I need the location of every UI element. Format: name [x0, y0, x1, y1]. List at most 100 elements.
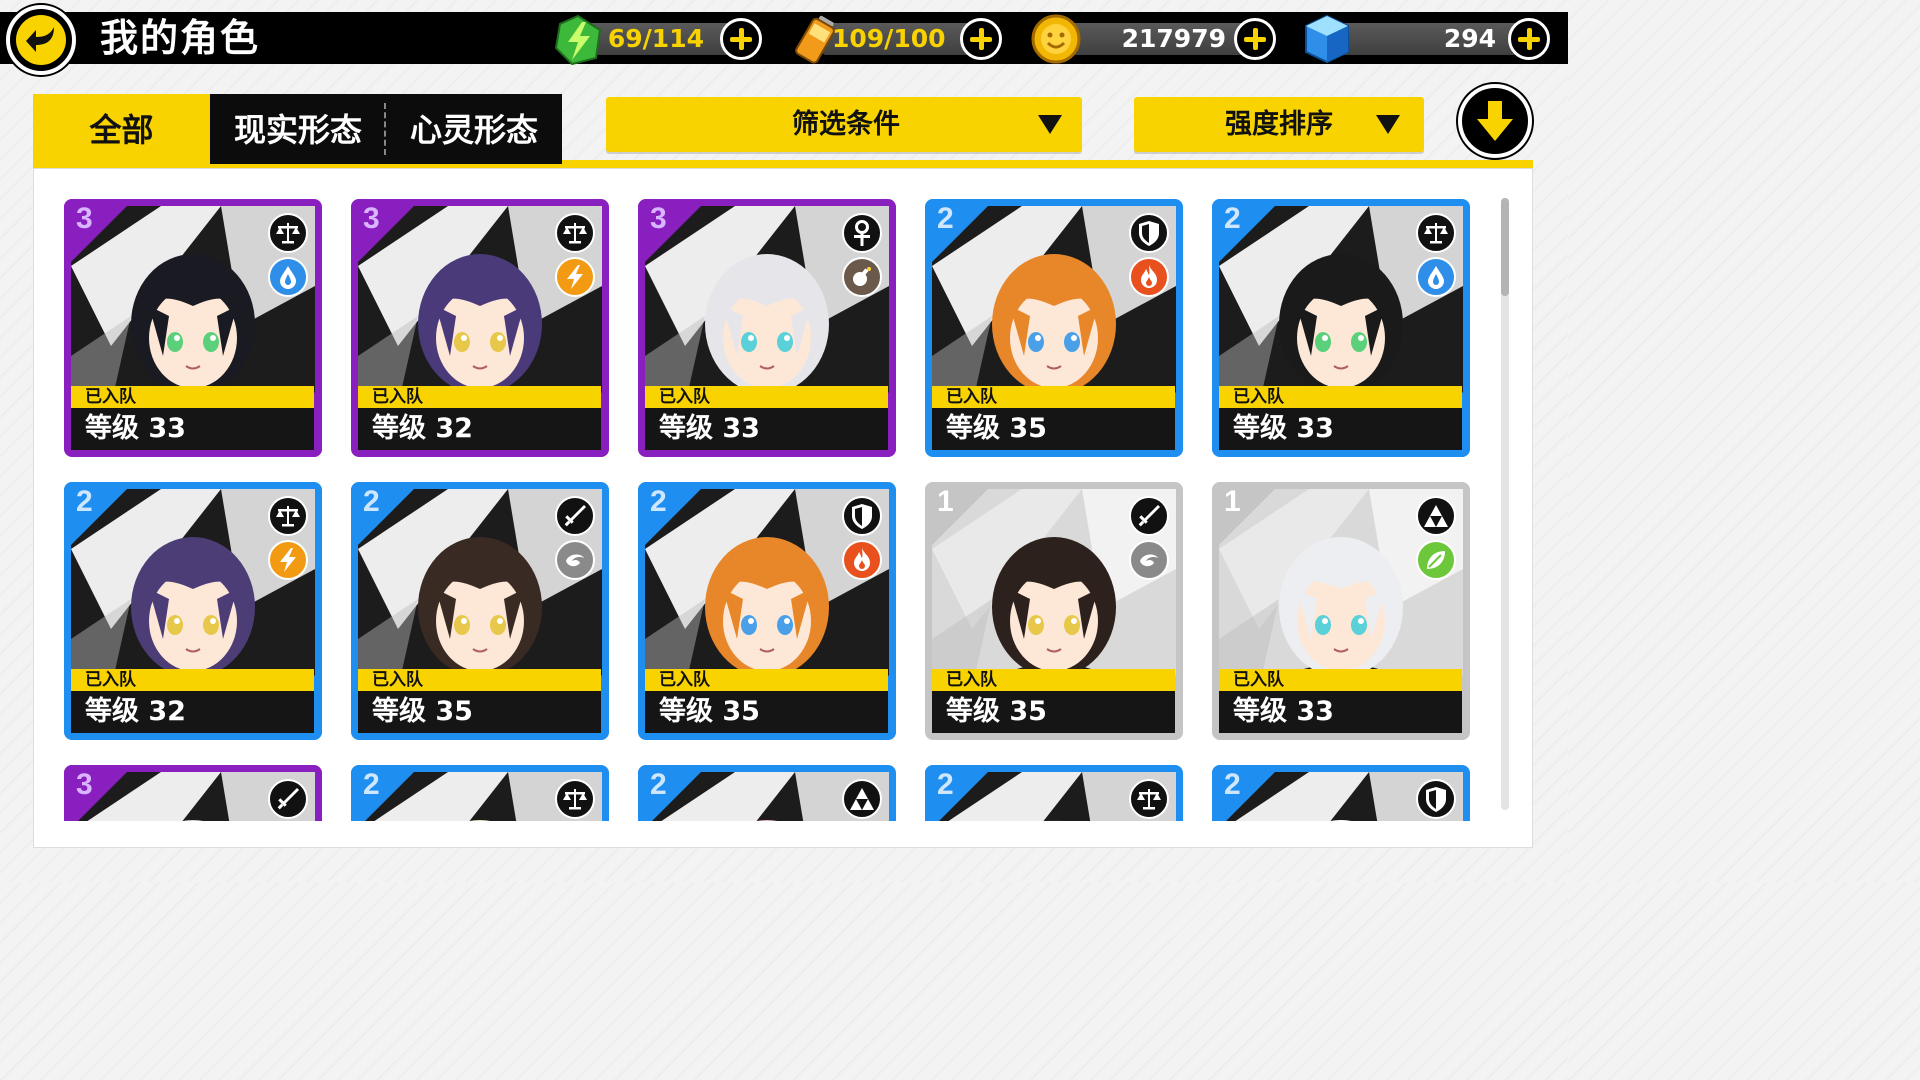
rarity-rank: 3: [76, 768, 93, 801]
tab-reality-form[interactable]: 现实形态: [210, 94, 386, 164]
rarity-rank: 3: [363, 202, 380, 235]
character-level: 等级 33: [1233, 413, 1334, 444]
in-team-label: 已入队: [645, 669, 888, 691]
arrow-down-icon: [1477, 101, 1513, 141]
rarity-rank: 2: [937, 202, 954, 235]
character-level: 等级 32: [372, 413, 473, 444]
character-card[interactable]: 2: [925, 765, 1183, 821]
shield-icon: [1416, 779, 1456, 819]
resource-stamina: 69/114: [552, 12, 772, 66]
character-level: 等级 32: [85, 696, 186, 727]
character-level: 等级 33: [85, 413, 186, 444]
resource-coins: 217979: [1030, 12, 1286, 64]
level-strip: 等级 33: [1219, 408, 1462, 450]
in-team-label: 已入队: [1219, 669, 1462, 691]
level-strip: 等级 32: [358, 408, 601, 450]
bomb-icon: [842, 257, 882, 297]
grid-scrollbar[interactable]: [1501, 198, 1509, 810]
character-panel: 3 已入队 等级 33 3 已入队 等级 32 3 已入队 等级 33 2 已入队 等级 35 2 已入队…: [33, 168, 1533, 848]
sword-icon: [268, 779, 308, 819]
character-card[interactable]: 2 已入队 等级 35: [351, 482, 609, 740]
sword-icon: [1129, 496, 1169, 536]
character-card[interactable]: 2: [638, 765, 896, 821]
tab-divider: [384, 103, 386, 155]
sort-direction-button[interactable]: [1458, 84, 1532, 158]
rank-corner: [925, 765, 995, 821]
add-crystals-button[interactable]: [1508, 18, 1550, 60]
rarity-rank: 2: [1224, 768, 1241, 801]
triforce-icon: [842, 779, 882, 819]
character-card[interactable]: 2 已入队等级 32: [64, 482, 322, 740]
character-level: 等级 33: [1233, 696, 1334, 727]
character-card[interactable]: 2 已入队 等级 33: [1212, 199, 1470, 457]
sword-icon: [555, 496, 595, 536]
rarity-rank: 3: [76, 202, 93, 235]
rank-corner: [64, 199, 134, 269]
character-card[interactable]: 2 已入队等级 35: [638, 482, 896, 740]
chevron-down-icon: [1376, 115, 1400, 134]
rarity-rank: 3: [650, 202, 667, 235]
rank-corner: [351, 765, 421, 821]
triforce-icon: [1416, 496, 1456, 536]
rank-corner: [1212, 199, 1282, 269]
add-battery-button[interactable]: [960, 18, 1002, 60]
balance-scale-icon: [268, 213, 308, 253]
level-strip: 等级 33: [1219, 691, 1462, 733]
character-card[interactable]: 2: [1212, 765, 1470, 821]
rarity-rank: 2: [363, 485, 380, 518]
rank-corner: [638, 765, 708, 821]
level-strip: 等级 33: [71, 408, 314, 450]
tab-spirit-form[interactable]: 心灵形态: [386, 94, 562, 164]
wind-icon: [1129, 540, 1169, 580]
character-card[interactable]: 2: [351, 765, 609, 821]
rarity-rank: 1: [937, 485, 954, 518]
character-card[interactable]: 2 已入队等级 35: [925, 199, 1183, 457]
rank-corner: [351, 199, 421, 269]
character-card[interactable]: 3 已入队 等级 33: [64, 199, 322, 457]
scrollbar-thumb[interactable]: [1501, 198, 1509, 296]
rarity-rank: 2: [1224, 202, 1241, 235]
add-coins-button[interactable]: [1234, 18, 1276, 60]
lightning-icon: [268, 540, 308, 580]
add-stamina-button[interactable]: [720, 18, 762, 60]
level-strip: 等级 35: [932, 408, 1175, 450]
rarity-rank: 2: [363, 768, 380, 801]
rank-corner: [64, 765, 134, 821]
in-team-label: 已入队: [358, 669, 601, 691]
character-level: 等级 35: [659, 696, 760, 727]
character-card[interactable]: 3 已入队 等级 32: [351, 199, 609, 457]
fire-icon: [1129, 257, 1169, 297]
ankh-icon: [842, 213, 882, 253]
rank-corner: [351, 482, 421, 552]
character-card[interactable]: 1 已入队等级 33: [1212, 482, 1470, 740]
character-level: 等级 35: [946, 413, 1047, 444]
rarity-rank: 2: [650, 485, 667, 518]
sort-dropdown[interactable]: 强度排序: [1134, 97, 1424, 152]
balance-scale-icon: [268, 496, 308, 536]
in-team-label: 已入队: [71, 669, 314, 691]
in-team-label: 已入队: [932, 386, 1175, 408]
balance-scale-icon: [555, 779, 595, 819]
character-card[interactable]: 3: [64, 765, 322, 821]
wind-icon: [555, 540, 595, 580]
top-bar: 我的角色 69/114 109/100 217979 294: [0, 0, 1568, 78]
resource-battery: 109/100: [792, 12, 1014, 64]
rarity-rank: 2: [76, 485, 93, 518]
lightning-icon: [555, 257, 595, 297]
rank-corner: [925, 199, 995, 269]
rank-corner: [64, 482, 134, 552]
back-button[interactable]: [6, 5, 76, 75]
character-level: 等级 35: [946, 696, 1047, 727]
leaf-icon: [1416, 540, 1456, 580]
level-strip: 等级 35: [932, 691, 1175, 733]
in-team-label: 已入队: [645, 386, 888, 408]
tab-all[interactable]: 全部: [33, 94, 210, 164]
level-strip: 等级 32: [71, 691, 314, 733]
water-drop-icon: [1416, 257, 1456, 297]
character-card[interactable]: 1 已入队 等级 35: [925, 482, 1183, 740]
rarity-rank: 2: [937, 768, 954, 801]
rank-corner: [925, 482, 995, 552]
rarity-rank: 1: [1224, 485, 1241, 518]
character-card[interactable]: 3 已入队 等级 33: [638, 199, 896, 457]
filter-dropdown[interactable]: 筛选条件: [606, 97, 1082, 152]
